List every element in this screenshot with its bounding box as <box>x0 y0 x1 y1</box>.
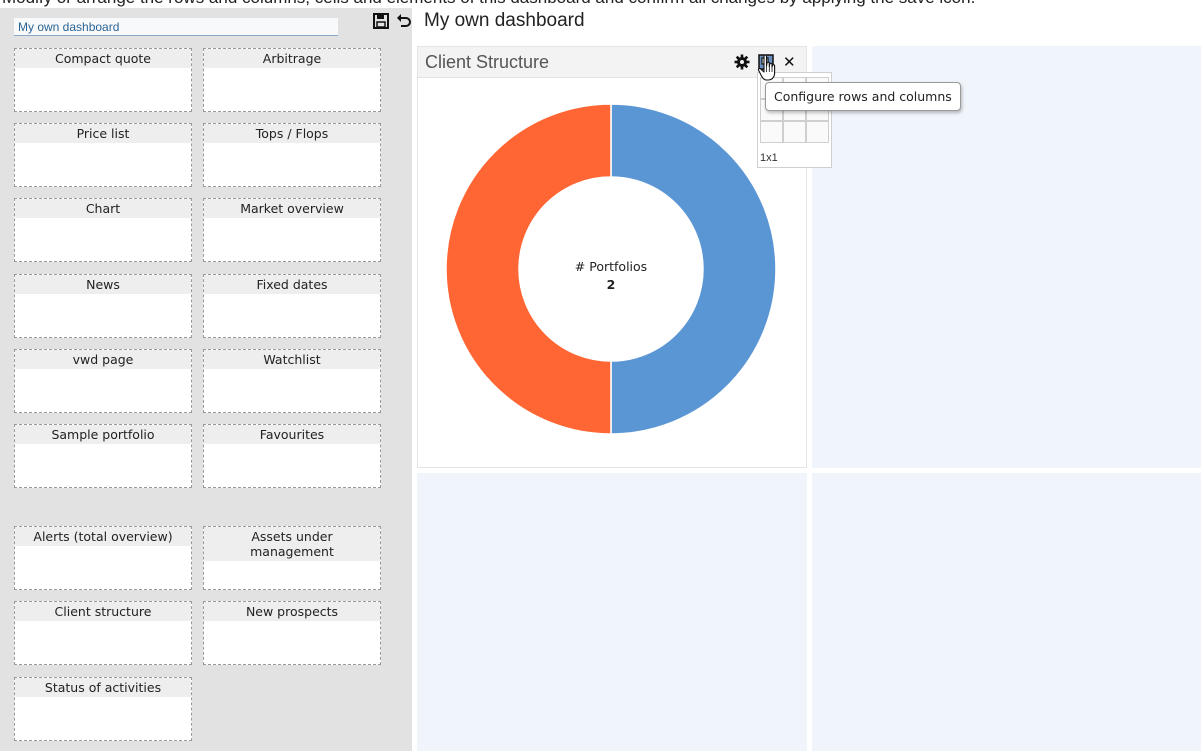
palette-tile-client-structure[interactable]: Client structure <box>14 601 192 665</box>
hand-pointer-cursor-icon <box>757 54 779 86</box>
header-icons <box>372 12 412 35</box>
palette-tile-label: Arbitrage <box>204 49 380 68</box>
palette-tile-label: New prospects <box>204 602 380 621</box>
palette-tile-label: Assets under management <box>204 527 380 561</box>
dashboard-cell-bottom-left[interactable] <box>417 473 807 751</box>
floppy-disk-icon[interactable] <box>372 12 390 35</box>
top-caption-strip: Modify or arrange the rows and columns, … <box>0 0 1201 8</box>
grid-dimension-label: 1x1 <box>760 152 778 164</box>
top-caption: Modify or arrange the rows and columns, … <box>2 0 975 8</box>
grid-config-cell[interactable] <box>783 121 806 143</box>
palette-tile-label: Sample portfolio <box>15 425 191 444</box>
palette-tile-label: Market overview <box>204 199 380 218</box>
palette-tile-label: Watchlist <box>204 350 380 369</box>
palette-tile-vwd-page[interactable]: vwd page <box>14 349 192 413</box>
palette-tile-label: vwd page <box>15 350 191 369</box>
dashboard-cell-bottom-right[interactable] <box>812 473 1201 751</box>
palette-tile-label: Compact quote <box>15 49 191 68</box>
palette-tile-label: Client structure <box>15 602 191 621</box>
palette-tile-label: Fixed dates <box>204 275 380 294</box>
grid-config-cell[interactable] <box>806 121 829 143</box>
palette-tile-alerts[interactable]: Alerts (total overview) <box>14 526 192 590</box>
dashboard-selector[interactable]: My own dashboard <box>14 18 338 36</box>
palette-tile-label: Alerts (total overview) <box>15 527 191 546</box>
palette-tile-news[interactable]: News <box>14 274 192 338</box>
widget-header: Client Structure ✕ <box>418 47 806 78</box>
palette-tile-favourites[interactable]: Favourites <box>203 424 381 488</box>
palette-tile-watchlist[interactable]: Watchlist <box>203 349 381 413</box>
palette-tile-assets-under-management[interactable]: Assets under management <box>203 526 381 590</box>
palette-tile-tops-flops[interactable]: Tops / Flops <box>203 123 381 187</box>
palette-tile-compact-quote[interactable]: Compact quote <box>14 48 192 112</box>
palette-tile-label: News <box>15 275 191 294</box>
palette-tile-new-prospects[interactable]: New prospects <box>203 601 381 665</box>
palette-tile-price-list[interactable]: Price list <box>14 123 192 187</box>
widget-palette-panel: My own dashboard Compact quote Arbitrage… <box>0 8 412 751</box>
palette-tile-label: Chart <box>15 199 191 218</box>
page-title: My own dashboard <box>424 10 585 31</box>
gear-icon[interactable] <box>734 54 750 73</box>
close-icon[interactable]: ✕ <box>783 54 796 70</box>
palette-tile-fixed-dates[interactable]: Fixed dates <box>203 274 381 338</box>
palette-tile-status-of-activities[interactable]: Status of activities <box>14 677 192 741</box>
palette-tile-arbitrage[interactable]: Arbitrage <box>203 48 381 112</box>
palette-tile-label: Price list <box>15 124 191 143</box>
palette-tile-label: Tops / Flops <box>204 124 380 143</box>
client-structure-donut-chart: # Portfolios 2 <box>445 103 777 435</box>
palette-tile-label: Status of activities <box>15 678 191 697</box>
grid-config-cell[interactable] <box>760 121 783 143</box>
widget-title: Client Structure <box>425 52 550 72</box>
tooltip: Configure rows and columns <box>765 82 961 111</box>
donut-center-value: 2 <box>607 277 616 292</box>
undo-arrow-icon[interactable] <box>396 12 412 35</box>
palette-tile-sample-portfolio[interactable]: Sample portfolio <box>14 424 192 488</box>
palette-tile-chart[interactable]: Chart <box>14 198 192 262</box>
palette-tile-label: Favourites <box>204 425 380 444</box>
donut-center-label: # Portfolios <box>575 259 647 274</box>
palette-tile-market-overview[interactable]: Market overview <box>203 198 381 262</box>
